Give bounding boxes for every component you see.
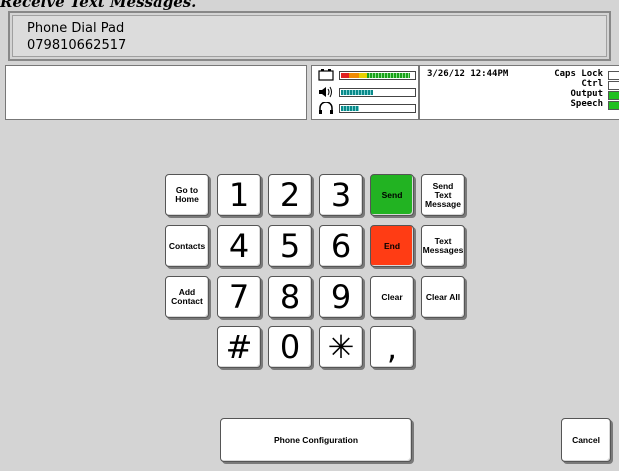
phone-panel-title: Phone Dial Pad	[27, 21, 125, 36]
cancel-button[interactable]: Cancel	[561, 418, 611, 462]
digit-0-button[interactable]: 0	[268, 326, 312, 368]
digit-2-button[interactable]: 2	[268, 174, 312, 216]
digit-1-button[interactable]: 1	[217, 174, 261, 216]
go-to-home-button[interactable]: Go to Home	[165, 174, 209, 216]
digit-3-button[interactable]: 3	[319, 174, 363, 216]
clear-button[interactable]: Clear	[370, 276, 414, 318]
add-contact-button[interactable]: Add Contact	[165, 276, 209, 318]
speech-label: Speech	[570, 99, 603, 109]
phone-info-panel: Phone Dial Pad 079810662517	[8, 11, 611, 61]
ctrl-indicator	[608, 81, 619, 90]
volume-meter	[339, 88, 416, 97]
speaker-icon	[318, 86, 334, 99]
end-button[interactable]: End	[370, 225, 414, 267]
page-title: Receive Text Messages.	[0, 0, 197, 11]
headphones-icon	[318, 101, 334, 115]
digit-5-button[interactable]: 5	[268, 225, 312, 267]
output-indicator	[608, 91, 619, 100]
battery-icon	[318, 69, 334, 82]
battery-meter	[339, 71, 416, 80]
digit-4-button[interactable]: 4	[217, 225, 261, 267]
datetime: 3/26/12 12:44PM	[427, 69, 509, 79]
clear-all-button[interactable]: Clear All	[421, 276, 465, 318]
speech-indicator	[608, 101, 619, 110]
hash-button[interactable]: #	[217, 326, 261, 368]
status-panel: 3/26/12 12:44PM Caps Lock Ctrl Output Sp…	[419, 65, 619, 120]
comma-button[interactable]: ,	[370, 326, 414, 368]
phone-configuration-button[interactable]: Phone Configuration	[220, 418, 412, 462]
digit-7-button[interactable]: 7	[217, 276, 261, 318]
send-text-message-button[interactable]: Send Text Message	[421, 174, 465, 216]
message-display	[5, 65, 307, 120]
digit-8-button[interactable]: 8	[268, 276, 312, 318]
ctrl-label: Ctrl	[581, 79, 603, 89]
level-meters	[311, 65, 419, 120]
contacts-button[interactable]: Contacts	[165, 225, 209, 267]
digit-9-button[interactable]: 9	[319, 276, 363, 318]
caps-lock-label: Caps Lock	[554, 69, 603, 79]
caps-lock-indicator	[608, 71, 619, 80]
star-button[interactable]: ✳	[319, 326, 363, 368]
text-messages-button[interactable]: Text Messages	[421, 225, 465, 267]
phone-number: 079810662517	[27, 38, 127, 53]
send-button[interactable]: Send	[370, 174, 414, 216]
output-label: Output	[570, 89, 603, 99]
digit-6-button[interactable]: 6	[319, 225, 363, 267]
headphones-meter	[339, 104, 416, 113]
